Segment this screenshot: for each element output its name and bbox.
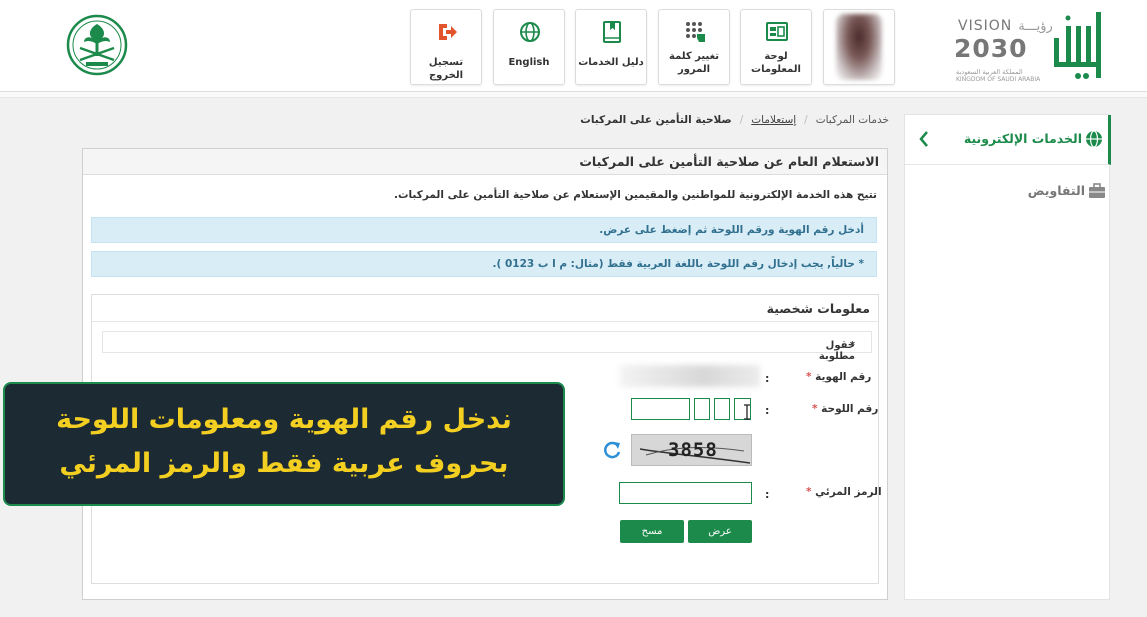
plate-letter-2-input[interactable] (714, 398, 730, 420)
logout-label: تسجيل الخروج (428, 57, 464, 81)
book-icon (603, 21, 621, 43)
dashboard-icon (766, 22, 788, 41)
alert-text: أدخل رقم الهوية ورقم اللوحة ثم إضغط على … (599, 224, 864, 236)
sidebar-item-label: الخدمات الإلكترونية (963, 131, 1082, 146)
info-alert-instructions: أدخل رقم الهوية ورقم اللوحة ثم إضغط على … (91, 217, 877, 243)
alert-text: * حالياً, يجب إدخال رقم اللوحة باللغة ال… (492, 258, 864, 270)
captcha-image: 3858 (631, 434, 752, 466)
top-header: VISION رؤيـــة 2030 المملكة العربية السعو… (0, 0, 1147, 92)
captcha-input[interactable] (619, 482, 752, 504)
required-fields-note: * حقول مطلوبة (102, 331, 872, 362)
captcha-text: 3858 (668, 439, 718, 461)
caption-line-1: ندخل رقم الهوية ومعلومات اللوحة (56, 404, 512, 435)
id-number-label: رقم الهوية * (806, 371, 872, 383)
absher-logo[interactable]: VISION رؤيـــة 2030 المملكة العربية السعو… (954, 12, 1104, 84)
submit-button[interactable]: عرض (688, 520, 752, 543)
plate-letter-1-input[interactable] (694, 398, 710, 420)
captcha-colon: : (765, 488, 770, 501)
section-divider (92, 321, 878, 322)
refresh-captcha-icon[interactable] (602, 440, 622, 460)
clear-button[interactable]: مسح (620, 520, 684, 543)
plate-colon: : (765, 404, 770, 417)
breadcrumb-vehicle-services[interactable]: خدمات المركبات (816, 114, 889, 126)
breadcrumb: خدمات المركبات / إستعلامات / صلاحية التأمين … (580, 114, 889, 126)
breadcrumb-inquiries[interactable]: إستعلامات (751, 114, 796, 126)
sidebar: الخدمات الإلكترونية التفاويض (904, 114, 1111, 600)
id-number-input[interactable] (620, 365, 760, 387)
text-cursor-icon (744, 404, 750, 420)
info-alert-arabic-only: * حالياً, يجب إدخال رقم اللوحة باللغة ال… (91, 251, 877, 277)
logout-icon (439, 24, 457, 40)
briefcase-icon (1089, 183, 1105, 198)
english-label: English (508, 57, 550, 68)
plate-number-digits-input[interactable] (631, 398, 690, 420)
keypad-icon (686, 22, 705, 42)
change-password-label: تغيير كلمة المرور (669, 51, 719, 75)
sidebar-item-label: التفاويض (1027, 183, 1085, 198)
video-caption-overlay: ندخل رقم الهوية ومعلومات اللوحة بحروف عر… (3, 382, 565, 506)
change-password-tile[interactable]: تغيير كلمة المرور (658, 9, 730, 85)
absher-wordmark-icon (1054, 12, 1101, 79)
kingdom-arabic: المملكة العربية السعودية (956, 68, 1023, 76)
globe-icon (520, 22, 540, 42)
sidebar-item-delegations[interactable]: التفاويض (905, 167, 1111, 217)
captcha-label: الرمز المرئي * (806, 486, 882, 498)
globe-icon (1086, 130, 1102, 148)
id-colon: : (765, 372, 770, 385)
required-note-text: حقول مطلوبة (818, 340, 855, 362)
vision-arabic: رؤيـــة (1018, 19, 1053, 34)
sidebar-item-e-services[interactable]: الخدمات الإلكترونية (905, 115, 1111, 165)
vision-word: VISION (958, 18, 1013, 34)
services-guide-tile[interactable]: دليل الخدمات (575, 9, 647, 85)
logout-tile[interactable]: تسجيل الخروج (410, 9, 482, 85)
plate-number-label: رقم اللوحة * (812, 403, 879, 415)
dashboard-tile[interactable]: لوحة المعلومات (740, 9, 812, 85)
services-guide-label: دليل الخدمات (578, 57, 644, 68)
intro-text: تتيح هذه الخدمة الإلكترونية للمواطنين وا… (393, 189, 877, 201)
breadcrumb-separator: / (739, 114, 744, 126)
chevron-left-icon[interactable] (917, 129, 931, 149)
user-avatar (836, 14, 882, 80)
kingdom-english: KINGDOM OF SAUDI ARABIA (956, 76, 1041, 83)
header-divider (0, 92, 1147, 98)
panel-header: الاستعلام العام عن صلاحية التأمين على ال… (83, 149, 887, 175)
profile-tile[interactable] (823, 9, 895, 85)
page-title: الاستعلام العام عن صلاحية التأمين على ال… (579, 154, 879, 169)
caption-line-2: بحروف عربية فقط والرمز المرئي (59, 448, 509, 479)
saudi-emblem-icon (66, 14, 128, 76)
section-title: معلومات شخصية (766, 301, 870, 316)
dashboard-label: لوحة المعلومات (751, 51, 801, 75)
breadcrumb-current: صلاحية التأمين على المركبات (580, 114, 732, 126)
english-tile[interactable]: English (493, 9, 565, 85)
vision-2030-logo: VISION رؤيـــة 2030 المملكة العربية السعو… (954, 18, 1053, 84)
breadcrumb-separator: / (804, 114, 808, 126)
vision-year: 2030 (954, 34, 1028, 63)
